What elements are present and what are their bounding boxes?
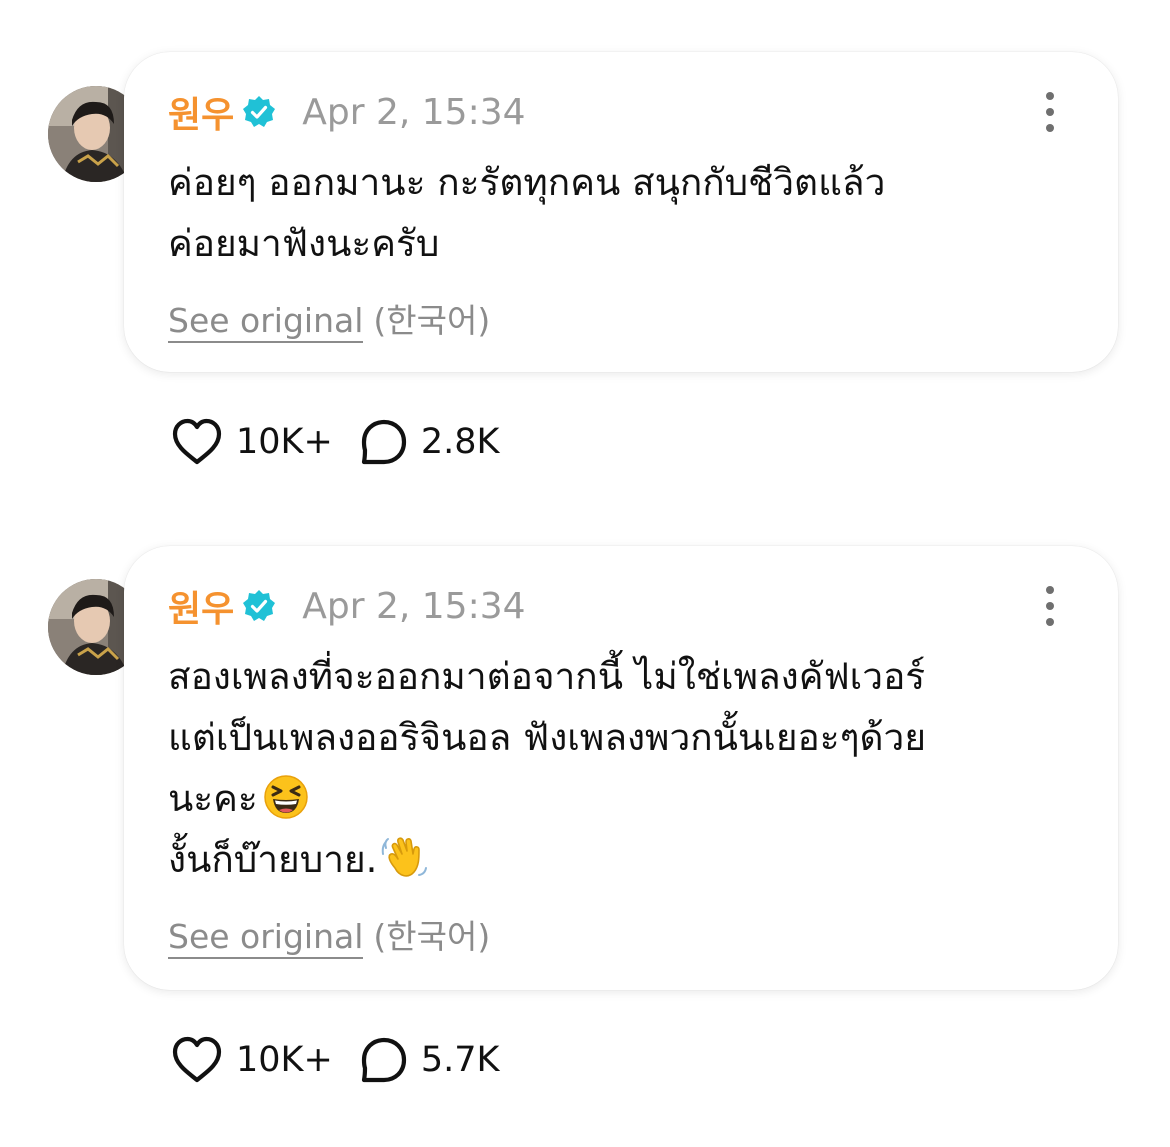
like-button[interactable]: 10K+ <box>170 417 333 467</box>
post-header: 원우 Apr 2, 15:34 <box>168 578 526 634</box>
post-text-segment: งั้นก็บ๊ายบาย. <box>168 838 378 881</box>
post-text-line: ค่อยๆ ออกมานะ กะรัตทุกคน สนุกกับชีวิตแล้… <box>168 161 886 204</box>
like-count: 10K+ <box>236 1040 333 1080</box>
see-original-row: See original (한국어) <box>168 294 491 343</box>
heart-icon <box>172 1036 222 1083</box>
verified-badge-icon <box>243 96 276 127</box>
post-text: ค่อยๆ ออกมานะ กะรัตทุกคน สนุกกับชีวิตแล้… <box>168 152 1068 274</box>
see-original-link[interactable]: See original <box>168 917 364 959</box>
post-text-line: แต่เป็นเพลงออริจินอล ฟังเพลงพวกนั้นเยอะๆ… <box>168 716 926 759</box>
like-button[interactable]: 10K+ <box>170 1035 333 1085</box>
post-text-line: สองเพลงที่จะออกมาต่อจากนี้ ไม่ใช่เพลงคัฟ… <box>168 655 926 698</box>
comment-count: 2.8K <box>420 422 500 462</box>
comment-button[interactable]: 2.8K <box>359 417 500 467</box>
original-language: (한국어) <box>373 301 491 340</box>
post-timestamp: Apr 2, 15:34 <box>302 585 526 627</box>
author-name[interactable]: 원우 <box>168 86 234 138</box>
author-name[interactable]: 원우 <box>168 580 234 632</box>
like-count: 10K+ <box>236 422 333 462</box>
post-text-segment: นะคะ <box>168 777 258 820</box>
post-text-line-with-emoji: งั้นก็บ๊ายบาย. <box>168 829 1068 890</box>
original-language: (한국어) <box>373 917 491 956</box>
see-original-row: See original (한국어) <box>168 910 491 959</box>
post-actions: 10K+ 5.7K <box>170 1032 499 1088</box>
post-timestamp: Apr 2, 15:34 <box>302 91 526 133</box>
post-text: สองเพลงที่จะออกมาต่อจากนี้ ไม่ใช่เพลงคัฟ… <box>168 646 1068 890</box>
post-card: 원우 Apr 2, 15:34 ค่อยๆ ออกมานะ กะรัตทุกคน… <box>124 52 1118 372</box>
comment-bubble-icon <box>361 419 406 465</box>
see-original-link[interactable]: See original <box>168 301 364 343</box>
comment-button[interactable]: 5.7K <box>359 1035 500 1085</box>
verified-badge-icon <box>243 590 276 621</box>
post-text-line-with-emoji: นะคะ <box>168 768 1068 829</box>
post-header: 원우 Apr 2, 15:34 <box>168 84 526 140</box>
post-text-line: ค่อยมาฟังนะครับ <box>168 222 440 265</box>
waving-hand-icon <box>382 837 428 877</box>
post-actions: 10K+ 2.8K <box>170 414 499 470</box>
heart-icon <box>172 418 222 465</box>
post-card: 원우 Apr 2, 15:34 สองเพลงที่จะออกมาต่อจากน… <box>124 546 1118 990</box>
comment-bubble-icon <box>361 1037 406 1083</box>
more-vertical-icon[interactable] <box>1038 92 1062 132</box>
comment-count: 5.7K <box>420 1040 500 1080</box>
more-vertical-icon[interactable] <box>1038 586 1062 626</box>
grinning-squinting-face-icon <box>264 775 308 819</box>
